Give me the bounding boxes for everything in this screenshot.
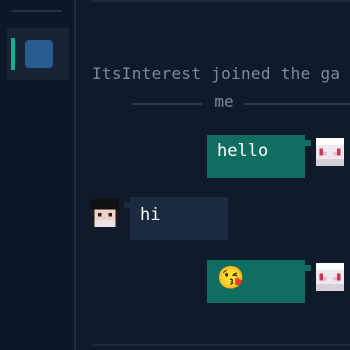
bubble-tail [305,265,311,271]
selected-indicator [11,38,15,70]
message-bubble-outgoing[interactable]: hello [207,135,305,178]
system-message-join-continued: me [214,92,234,111]
system-message-join: ItsInterest joined the ga [92,64,341,83]
chat-app: ItsInterest joined the ga me hello hi 😘 [0,0,350,350]
message-bubble-incoming[interactable]: hi [130,197,228,240]
server-sidebar [0,0,76,350]
system-divider-left [132,103,202,105]
message-emoji: 😘 [217,266,245,291]
chat-bottom-divider [92,344,350,346]
system-message-join-wrap: me [92,92,350,114]
server-item-selected[interactable] [7,28,69,80]
message-text: hi [140,205,161,225]
sidebar-divider [12,10,62,12]
user-avatar-icon[interactable] [316,263,344,291]
message-bubble-outgoing[interactable]: 😘 [207,260,305,303]
user-avatar-icon[interactable] [316,138,344,166]
bubble-tail [305,140,311,146]
contact-avatar-icon[interactable] [91,199,119,227]
message-text: hello [217,141,269,161]
system-divider-right [244,103,350,105]
chat-panel: ItsInterest joined the ga me hello hi 😘 [78,0,350,350]
chat-top-divider [92,0,350,2]
server-icon[interactable] [25,40,53,68]
